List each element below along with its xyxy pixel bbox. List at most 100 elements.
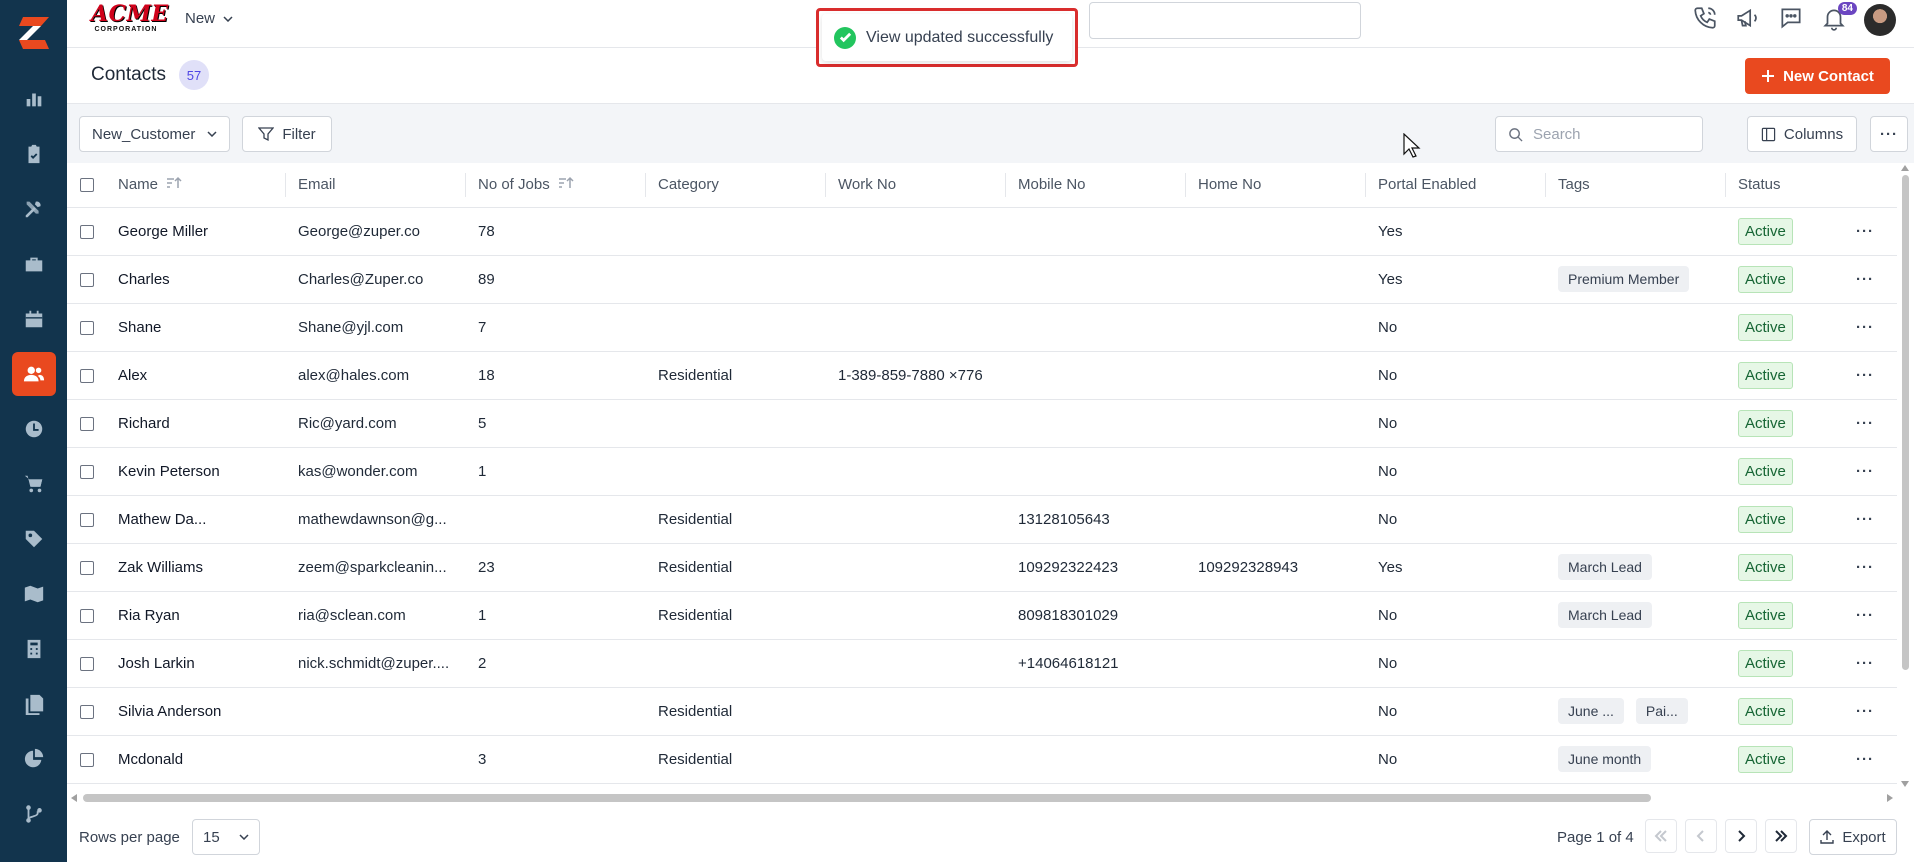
sidebar-item-purchase[interactable] [12,462,56,506]
table-row[interactable]: Richard Ric@yard.com 5 No Active ··· [67,399,1897,448]
sidebar-item-reports[interactable] [12,77,56,121]
cell-email[interactable]: mathewdawnson@g... [286,495,466,544]
cell-name[interactable]: Shane [106,303,286,352]
column-header-portal-enabled[interactable]: Portal Enabled [1366,163,1546,208]
column-header-work-no[interactable]: Work No [826,163,1006,208]
sidebar-item-documents[interactable] [12,682,56,726]
sort-icon[interactable] [558,176,574,194]
row-actions[interactable]: ··· [1826,543,1897,592]
more-horizontal-icon[interactable]: ··· [1838,751,1874,768]
sidebar-item-calendar[interactable] [12,297,56,341]
row-actions[interactable]: ··· [1826,591,1897,640]
tag-chip[interactable]: Pai... [1635,698,1688,724]
user-avatar[interactable] [1864,4,1896,36]
search-field[interactable] [1495,116,1703,152]
column-header-category[interactable]: Category [646,163,826,208]
row-actions[interactable]: ··· [1826,639,1897,688]
row-checkbox[interactable] [67,207,106,256]
first-page-button[interactable] [1645,819,1677,853]
last-page-button[interactable] [1765,819,1797,853]
cell-email[interactable] [286,687,466,736]
cell-name[interactable]: George Miller [106,207,286,256]
cell-name[interactable]: Kevin Peterson [106,447,286,496]
row-actions[interactable]: ··· [1826,687,1897,736]
cell-email[interactable]: ria@sclean.com [286,591,466,640]
table-row[interactable]: Zak Williams zeem@sparkcleanin... 23 Reside… [67,543,1897,592]
tag-chip[interactable]: Premium Member [1558,266,1690,292]
table-row[interactable]: Ria Ryan ria@sclean.com 1 Residential 809818… [67,591,1897,640]
select-all-checkbox[interactable] [67,163,106,208]
sidebar-item-jobs[interactable] [12,132,56,176]
cell-name[interactable]: Mathew Da... [106,495,286,544]
cell-email[interactable]: kas@wonder.com [286,447,466,496]
cell-name[interactable]: Richard [106,399,286,448]
cell-email[interactable]: alex@hales.com [286,351,466,400]
cell-name[interactable]: Josh Larkin [106,639,286,688]
global-search-input[interactable] [1089,2,1361,39]
cell-name[interactable]: Silvia Anderson [106,687,286,736]
row-checkbox[interactable] [67,447,106,496]
column-header-mobile-no[interactable]: Mobile No [1006,163,1186,208]
chat-icon[interactable] [1778,5,1804,35]
row-checkbox[interactable] [67,255,106,304]
cell-email[interactable]: Charles@Zuper.co [286,255,466,304]
row-checkbox[interactable] [67,303,106,352]
cell-name[interactable]: Charles [106,255,286,304]
tag-chip[interactable]: March Lead [1558,602,1652,628]
tag-chip[interactable]: March Lead [1558,554,1652,580]
view-selector[interactable]: New_Customer [79,116,230,152]
row-actions[interactable]: ··· [1826,735,1897,784]
megaphone-icon[interactable] [1735,5,1761,35]
row-actions[interactable]: ··· [1826,447,1897,496]
phone-icon[interactable] [1692,5,1718,35]
cell-email[interactable]: nick.schmidt@zuper.... [286,639,466,688]
cell-email[interactable]: zeem@sparkcleanin... [286,543,466,592]
sidebar-item-invoices[interactable] [12,627,56,671]
more-horizontal-icon[interactable]: ··· [1838,463,1874,480]
table-row[interactable]: Shane Shane@yjl.com 7 No Active ··· [67,303,1897,352]
more-horizontal-icon[interactable]: ··· [1838,655,1874,672]
table-row[interactable]: George Miller George@zuper.co 78 Yes Active ·… [67,207,1897,256]
column-header-home-no[interactable]: Home No [1186,163,1366,208]
more-horizontal-icon[interactable]: ··· [1838,607,1874,624]
row-checkbox[interactable] [67,639,106,688]
table-row[interactable]: Josh Larkin nick.schmidt@zuper.... 2 +14064… [67,639,1897,688]
row-checkbox[interactable] [67,687,106,736]
row-actions[interactable]: ··· [1826,399,1897,448]
more-horizontal-icon[interactable]: ··· [1838,703,1874,720]
table-row[interactable]: Mcdonald 3 Residential No June month Active ··… [67,735,1897,784]
sort-icon[interactable] [166,176,182,194]
cell-name[interactable]: Alex [106,351,286,400]
row-checkbox[interactable] [67,591,106,640]
more-horizontal-icon[interactable]: ··· [1838,367,1874,384]
tag-chip[interactable]: June ... [1558,698,1624,724]
column-header-status[interactable]: Status [1726,163,1826,208]
vertical-scrollbar[interactable] [1898,163,1912,789]
cell-email[interactable] [286,735,466,784]
sidebar-item-tools[interactable] [12,187,56,231]
more-horizontal-icon[interactable]: ··· [1838,559,1874,576]
new-menu-button[interactable]: New [185,10,233,27]
horizontal-scrollbar[interactable] [67,791,1897,805]
table-row[interactable]: Kevin Peterson kas@wonder.com 1 No Active ··· [67,447,1897,496]
rows-per-page-select[interactable]: 15 [192,819,260,855]
search-input[interactable] [1533,125,1683,143]
table-row[interactable]: Charles Charles@Zuper.co 89 Yes Premium Memb… [67,255,1897,304]
sidebar-item-briefcase[interactable] [12,242,56,286]
row-checkbox[interactable] [67,735,106,784]
new-contact-button[interactable]: New Contact [1745,58,1890,94]
export-button[interactable]: Export [1809,819,1897,855]
table-row[interactable]: Mathew Da... mathewdawnson@g... Residentia… [67,495,1897,544]
columns-button[interactable]: Columns [1747,116,1857,152]
more-horizontal-icon[interactable]: ··· [1838,223,1874,240]
filter-button[interactable]: Filter [242,116,332,152]
acme-logo[interactable]: ACME CORPORATION [91,3,168,35]
bell-icon[interactable]: 84 [1821,2,1857,35]
row-actions[interactable]: ··· [1826,207,1897,256]
row-checkbox[interactable] [67,399,106,448]
sidebar-item-pricing[interactable] [12,517,56,561]
next-page-button[interactable] [1725,819,1757,853]
prev-page-button[interactable] [1685,819,1717,853]
row-actions[interactable]: ··· [1826,495,1897,544]
sidebar-item-timesheet[interactable] [12,407,56,451]
